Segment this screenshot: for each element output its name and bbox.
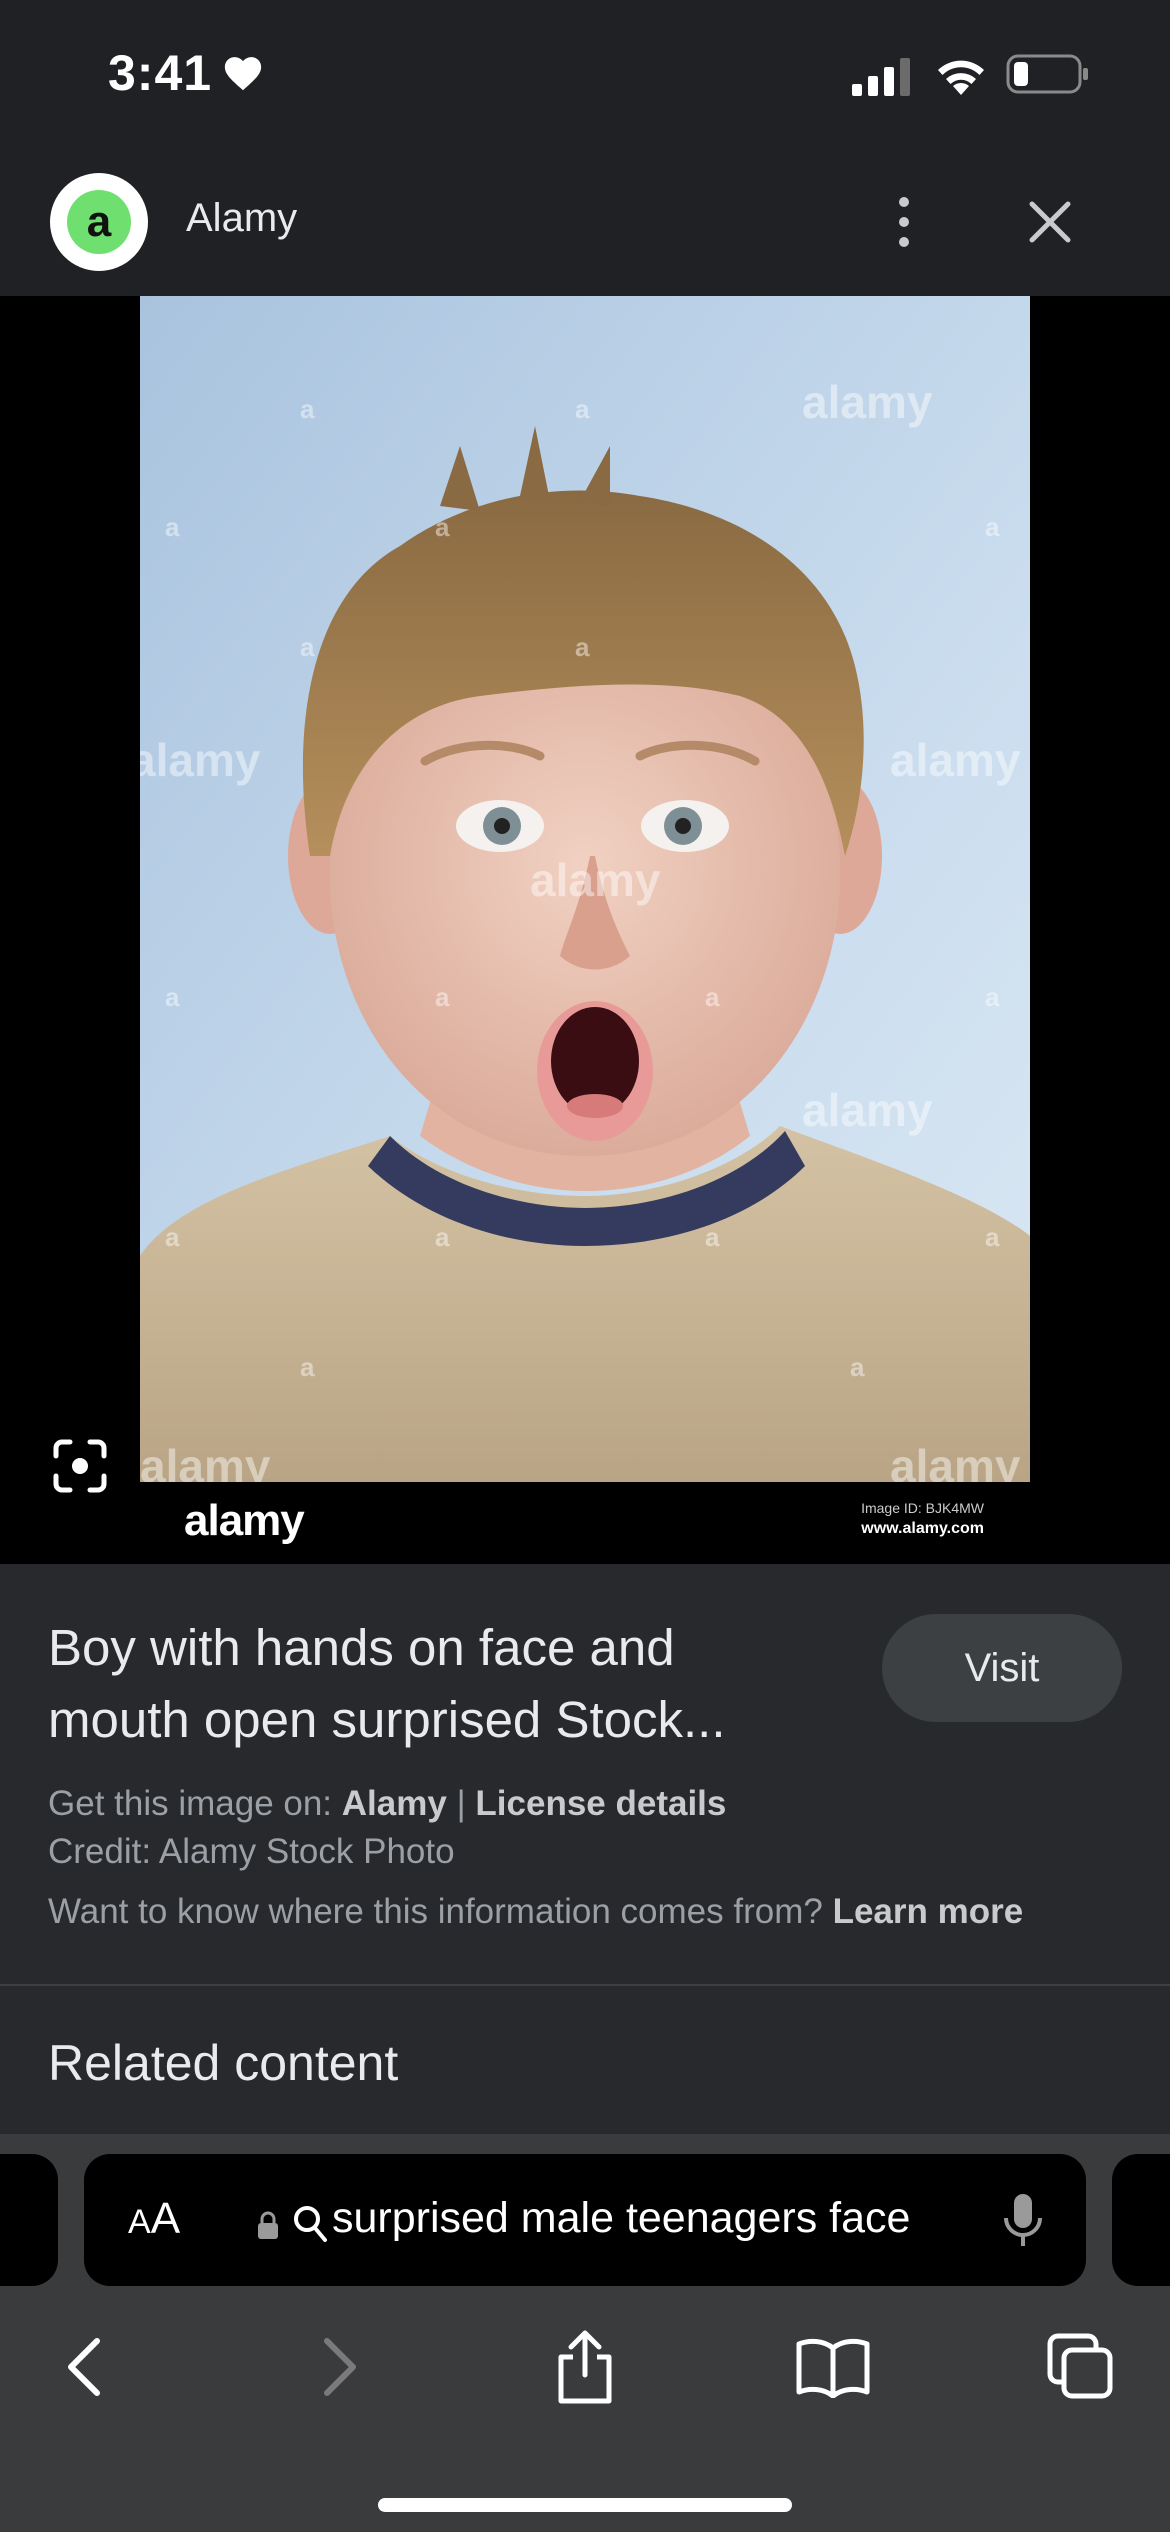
main-photo[interactable]: alamy alamy alamy alamy alamy alamy alam… <box>140 296 1030 1482</box>
home-indicator[interactable] <box>378 2498 792 2512</box>
cellular-signal-icon <box>852 58 910 96</box>
watermark: alamy <box>140 1440 271 1482</box>
battery-icon <box>1006 54 1088 94</box>
watermark: alamy <box>530 854 661 906</box>
image-title[interactable]: Boy with hands on face and mouth open su… <box>48 1612 828 1756</box>
learn-more-link[interactable]: Learn more <box>833 1892 1024 1931</box>
get-image-line: Get this image on: Alamy | License detai… <box>48 1784 726 1824</box>
watermark: a <box>435 1222 450 1252</box>
watermark: alamy <box>890 1440 1021 1482</box>
watermark: a <box>985 512 1000 542</box>
watermark: alamy <box>890 734 1021 786</box>
watermark: a <box>705 982 720 1012</box>
lens-button[interactable] <box>48 1434 112 1498</box>
watermark: a <box>985 1222 1000 1252</box>
more-vertical-icon <box>899 197 909 247</box>
back-icon <box>68 2338 100 2396</box>
tabs-button[interactable] <box>1036 2322 1126 2412</box>
reader-settings-button[interactable]: AA <box>128 2194 180 2244</box>
watermark: a <box>165 512 180 542</box>
site-name[interactable]: Alamy <box>186 196 297 241</box>
separator: | <box>456 1784 466 1823</box>
image-id: Image ID: BJK4MW <box>861 1500 984 1516</box>
aa-big-letter: A <box>150 2194 181 2243</box>
visit-button[interactable]: Visit <box>882 1614 1122 1722</box>
watermark: a <box>165 982 180 1012</box>
search-icon <box>294 2206 327 2242</box>
share-button[interactable] <box>540 2322 630 2412</box>
watermark: a <box>575 632 590 662</box>
bookmarks-button[interactable] <box>788 2322 878 2412</box>
watermark: alamy <box>802 1084 933 1136</box>
status-time: 3:41 <box>108 45 213 101</box>
forward-button[interactable] <box>294 2322 384 2412</box>
get-image-label: Get this image on: <box>48 1784 333 1823</box>
watermark: a <box>300 1352 315 1382</box>
close-button[interactable] <box>1018 190 1082 254</box>
previous-tab-preview[interactable] <box>0 2154 58 2286</box>
wifi-icon <box>938 60 984 95</box>
more-button[interactable] <box>880 190 928 254</box>
status-bar: 3:41 <box>0 0 1170 150</box>
photo-footer: alamy Image ID: BJK4MW www.alamy.com <box>140 1482 1030 1564</box>
footer-logo: alamy <box>184 1496 305 1545</box>
credit-line: Credit: Alamy Stock Photo <box>48 1832 455 1871</box>
source-header: a Alamy <box>0 150 1170 296</box>
divider <box>0 1984 1170 1986</box>
watermark: a <box>300 632 315 662</box>
license-details-link[interactable]: License details <box>475 1784 726 1823</box>
watermark: a <box>435 982 450 1012</box>
close-icon <box>1029 201 1071 243</box>
watermark: a <box>300 394 315 424</box>
next-tab-preview[interactable] <box>1112 2154 1170 2286</box>
share-icon <box>558 2330 612 2404</box>
address-bar[interactable]: AA surprised male teenagers face <box>84 2154 1086 2286</box>
watermark: a <box>705 1222 720 1252</box>
microphone-icon[interactable] <box>1002 2192 1044 2250</box>
aa-small-letter: A <box>128 2203 151 2241</box>
heart-icon <box>224 57 262 91</box>
bookmarks-icon <box>796 2338 870 2398</box>
watermark: alamy <box>140 734 261 786</box>
back-button[interactable] <box>40 2322 130 2412</box>
related-content-heading: Related content <box>48 2035 399 2091</box>
watermark: alamy <box>802 376 933 428</box>
browser-toolbar: AA surprised male teenagers face <box>0 2134 1170 2532</box>
site-logo-letter: a <box>67 190 131 254</box>
image-url: www.alamy.com <box>861 1520 984 1537</box>
forward-icon <box>324 2338 356 2396</box>
image-viewer: alamy alamy alamy alamy alamy alamy alam… <box>0 296 1170 1564</box>
watermark: a <box>850 1352 865 1382</box>
address-text[interactable]: surprised male teenagers face <box>332 2194 910 2243</box>
info-question: Want to know where this information come… <box>48 1892 823 1931</box>
image-info-panel: Boy with hands on face and mouth open su… <box>0 1564 1170 2134</box>
lock-icon <box>258 2211 278 2239</box>
watermark: a <box>165 1222 180 1252</box>
watermark: a <box>575 394 590 424</box>
watermark: a <box>435 512 450 542</box>
tabs-icon <box>1047 2333 1113 2399</box>
watermark: a <box>985 982 1000 1012</box>
info-source-line: Want to know where this information come… <box>48 1892 1023 1932</box>
source-link[interactable]: Alamy <box>342 1784 447 1823</box>
lens-icon <box>53 1439 107 1493</box>
site-logo[interactable]: a <box>50 173 148 271</box>
